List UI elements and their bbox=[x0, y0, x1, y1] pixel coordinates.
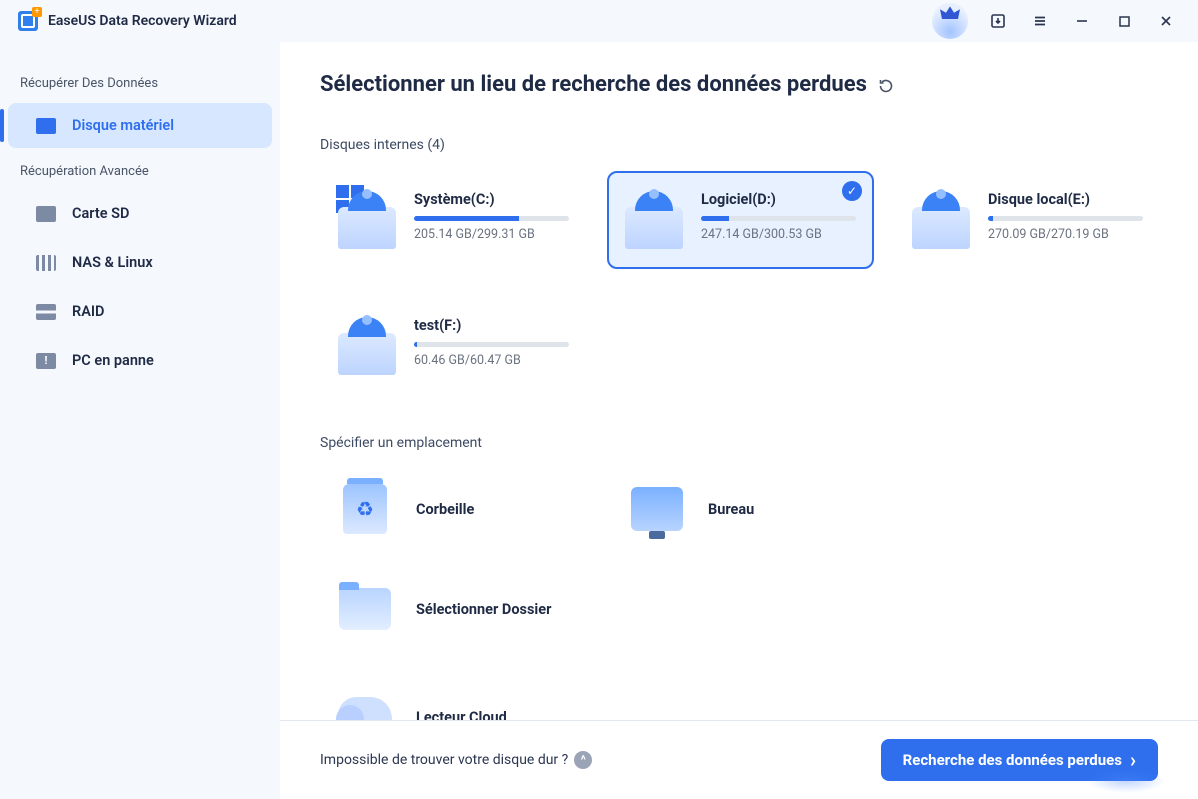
footer: Impossible de trouver votre disque dur ?… bbox=[280, 720, 1198, 799]
sidebar-section-recover: Récupérer Des Données bbox=[0, 62, 280, 101]
drive-name: Logiciel(D:) bbox=[701, 191, 856, 208]
check-icon: ✓ bbox=[842, 181, 862, 201]
sidebar-item-nas-linux[interactable]: NAS & Linux bbox=[8, 240, 272, 285]
minimize-icon[interactable] bbox=[1062, 5, 1102, 37]
drive-size: 247.14 GB/300.53 GB bbox=[701, 227, 856, 242]
drive-card-e[interactable]: Disque local(E:) 270.09 GB/270.19 GB bbox=[894, 171, 1161, 269]
menu-icon[interactable] bbox=[1020, 5, 1060, 37]
usage-bar bbox=[414, 342, 569, 347]
sidebar-item-label: Disque matériel bbox=[72, 117, 174, 134]
title-bar: EaseUS Data Recovery Wizard bbox=[0, 0, 1198, 42]
drive-card-d[interactable]: ✓ Logiciel(D:) 247.14 GB/300.53 GB bbox=[607, 171, 874, 269]
recycle-bin-icon bbox=[336, 480, 394, 538]
alert-icon bbox=[36, 353, 56, 369]
location-label: Sélectionner Dossier bbox=[416, 601, 551, 618]
sidebar-item-crashed-pc[interactable]: PC en panne bbox=[8, 338, 272, 383]
folder-icon bbox=[336, 580, 394, 638]
maximize-icon[interactable] bbox=[1104, 5, 1144, 37]
disk-icon bbox=[338, 191, 396, 249]
drive-name: test(F:) bbox=[414, 317, 574, 334]
app-logo-icon bbox=[18, 11, 38, 31]
location-recycle-bin[interactable]: Corbeille bbox=[320, 469, 592, 549]
page-title: Sélectionner un lieu de recherche des do… bbox=[320, 72, 1158, 97]
drive-name: Système(C:) bbox=[414, 191, 569, 208]
location-select-folder[interactable]: Sélectionner Dossier bbox=[320, 569, 592, 649]
disk-icon bbox=[338, 317, 396, 375]
internal-disks-label: Disques internes (4) bbox=[320, 137, 1158, 153]
usage-bar bbox=[988, 216, 1143, 221]
desktop-icon bbox=[628, 480, 686, 538]
monitor-icon bbox=[36, 118, 56, 134]
help-chevron-icon[interactable]: ^ bbox=[574, 751, 592, 769]
raid-icon bbox=[36, 304, 56, 320]
drive-size: 205.14 GB/299.31 GB bbox=[414, 227, 569, 242]
sidebar-item-label: NAS & Linux bbox=[72, 254, 153, 271]
drive-size: 270.09 GB/270.19 GB bbox=[988, 227, 1143, 242]
sidebar-section-advanced: Récupération Avancée bbox=[0, 150, 280, 189]
drive-card-f[interactable]: test(F:) 60.46 GB/60.47 GB bbox=[320, 297, 592, 395]
sidebar-item-label: RAID bbox=[72, 303, 105, 320]
location-cloud-drive[interactable]: Lecteur Cloud bbox=[320, 677, 592, 720]
refresh-icon[interactable] bbox=[877, 76, 895, 94]
sidebar-item-raid[interactable]: RAID bbox=[8, 289, 272, 334]
sidebar-item-label: PC en panne bbox=[72, 352, 154, 369]
location-desktop[interactable]: Bureau bbox=[612, 469, 884, 549]
drive-size: 60.46 GB/60.47 GB bbox=[414, 353, 574, 368]
sidebar: Récupérer Des Données Disque matériel Ré… bbox=[0, 42, 280, 799]
cloud-icon bbox=[336, 688, 394, 720]
disk-icon bbox=[912, 191, 970, 249]
app-title: EaseUS Data Recovery Wizard bbox=[48, 13, 237, 29]
location-label: Corbeille bbox=[416, 501, 474, 518]
cant-find-disk-help[interactable]: Impossible de trouver votre disque dur ?… bbox=[320, 751, 592, 769]
drive-name: Disque local(E:) bbox=[988, 191, 1143, 208]
usage-bar bbox=[701, 216, 856, 221]
sidebar-item-label: Carte SD bbox=[72, 205, 129, 222]
upgrade-crown-icon[interactable] bbox=[932, 3, 968, 39]
location-label: Bureau bbox=[708, 501, 754, 518]
sidebar-item-sd-card[interactable]: Carte SD bbox=[8, 191, 272, 236]
close-icon[interactable] bbox=[1146, 5, 1186, 37]
server-icon bbox=[36, 255, 56, 271]
location-label: Lecteur Cloud bbox=[416, 709, 507, 721]
download-icon[interactable] bbox=[978, 5, 1018, 37]
usage-bar bbox=[414, 216, 569, 221]
specify-location-label: Spécifier un emplacement bbox=[320, 435, 1158, 451]
disk-icon bbox=[625, 191, 683, 249]
sidebar-item-hardware-disk[interactable]: Disque matériel bbox=[8, 103, 272, 148]
drive-card-c[interactable]: Système(C:) 205.14 GB/299.31 GB bbox=[320, 171, 587, 269]
sd-card-icon bbox=[36, 206, 56, 222]
